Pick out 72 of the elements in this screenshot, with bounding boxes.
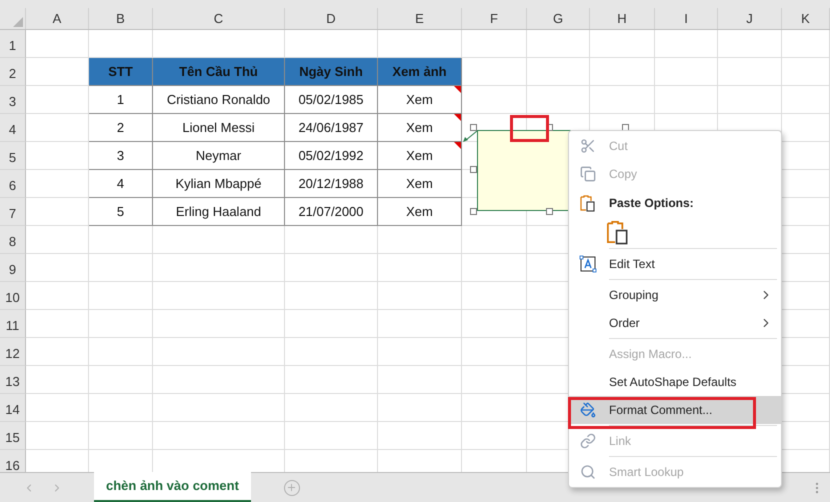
column-header[interactable]: K	[782, 8, 830, 29]
menu-item[interactable]: Edit Text	[569, 250, 781, 278]
table-cell: 4	[89, 170, 153, 198]
row-header[interactable]: 7	[0, 198, 26, 226]
link-icon	[580, 433, 596, 449]
row-header[interactable]: 2	[0, 58, 26, 86]
column-header[interactable]: G	[527, 8, 590, 29]
plus-icon	[286, 482, 298, 493]
table-cell: Xem	[378, 86, 462, 114]
column-heading-cell: STT	[89, 58, 153, 86]
row-header[interactable]: 6	[0, 170, 26, 198]
table-cell: 05/02/1992	[285, 142, 378, 170]
column-header[interactable]: B	[89, 8, 153, 29]
table-cell: 24/06/1987	[285, 114, 378, 142]
row-header[interactable]: 3	[0, 86, 26, 114]
column-header[interactable]: F	[462, 8, 527, 29]
row-header[interactable]: 13	[0, 366, 26, 394]
row-header[interactable]: 14	[0, 394, 26, 422]
table-cell: Lionel Messi	[153, 114, 285, 142]
sheet-tab[interactable]: chèn ảnh vào coment	[94, 472, 251, 502]
comment-box[interactable]	[477, 130, 571, 211]
highlight-box	[510, 115, 549, 142]
column-header[interactable]: I	[655, 8, 718, 29]
row-header[interactable]: 4	[0, 114, 26, 142]
column-heading-cell: Tên Cầu Thủ	[153, 58, 285, 86]
column-header[interactable]: D	[285, 8, 378, 29]
table-cell: 5	[89, 198, 153, 226]
column-heading-cell: Ngày Sinh	[285, 58, 378, 86]
column-header[interactable]: H	[590, 8, 655, 29]
resize-handle[interactable]	[546, 208, 553, 215]
row-header[interactable]: 1	[0, 30, 26, 58]
scissors-icon	[580, 138, 596, 154]
table-cell: 05/02/1985	[285, 86, 378, 114]
paint-bucket-icon	[580, 402, 596, 418]
table-cell: Cristiano Ronaldo	[153, 86, 285, 114]
column-header[interactable]: C	[153, 8, 285, 29]
column-header[interactable]: J	[718, 8, 782, 29]
row-header[interactable]: 10	[0, 282, 26, 310]
column-header[interactable]: A	[26, 8, 89, 29]
row-header[interactable]: 8	[0, 226, 26, 254]
table-cell: 2	[89, 114, 153, 142]
column-header[interactable]: E	[378, 8, 462, 29]
paste-options-label: Paste Options:	[609, 194, 694, 212]
table-cell: Erling Haaland	[153, 198, 285, 226]
row-header[interactable]: 11	[0, 310, 26, 338]
table-cell: Xem	[378, 170, 462, 198]
column-heading-cell: Xem ảnh	[378, 58, 462, 86]
copy-icon	[580, 166, 596, 182]
resize-handle[interactable]	[470, 124, 477, 131]
menu-item[interactable]: Order	[569, 309, 781, 337]
table-cell: 1	[89, 86, 153, 114]
table-cell: Neymar	[153, 142, 285, 170]
table-cell: Kylian Mbappé	[153, 170, 285, 198]
table-cell: 3	[89, 142, 153, 170]
menu-item[interactable]: Grouping	[569, 281, 781, 309]
table-cell: Xem	[378, 114, 462, 142]
row-header[interactable]: 16	[0, 450, 26, 472]
row-header[interactable]: 12	[0, 338, 26, 366]
table-cell: 20/12/1988	[285, 170, 378, 198]
resize-handle[interactable]	[470, 208, 477, 215]
row-header[interactable]: 9	[0, 254, 26, 282]
text-box-icon	[579, 255, 597, 273]
table-cell: Xem	[378, 198, 462, 226]
resize-handle[interactable]	[470, 166, 477, 173]
clipboard-icon	[579, 194, 597, 212]
table-cell: Xem	[378, 142, 462, 170]
row-header[interactable]: 15	[0, 422, 26, 450]
search-icon	[580, 464, 596, 480]
table-cell: 21/07/2000	[285, 198, 378, 226]
row-header[interactable]: 5	[0, 142, 26, 170]
menu-item[interactable]: Set AutoShape Defaults	[569, 368, 781, 396]
comment-pointer-arrow	[462, 130, 478, 144]
